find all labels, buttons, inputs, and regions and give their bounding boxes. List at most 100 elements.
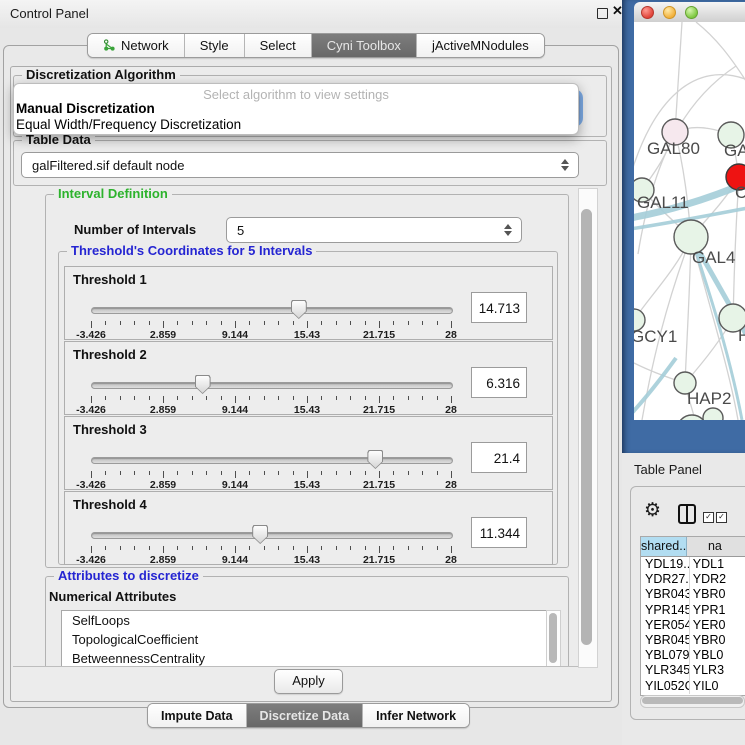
attributes-list-scrollbar[interactable]	[546, 610, 561, 667]
attribute-list-item[interactable]: BetweennessCentrality	[62, 649, 546, 667]
slider-track[interactable]	[91, 307, 453, 314]
axis-tick-label: 15.43	[294, 329, 320, 341]
tab-discretize-data[interactable]: Discretize Data	[247, 704, 364, 727]
minimize-traffic-light-icon[interactable]	[663, 6, 676, 19]
tab-label: Discretize Data	[260, 709, 350, 723]
threshold-value-field[interactable]: 14.713	[471, 292, 527, 323]
slider-track[interactable]	[91, 382, 453, 389]
tab-network[interactable]: Network	[88, 34, 185, 57]
table-row[interactable]: YER054CYER0	[641, 618, 745, 633]
slider-thumb[interactable]	[195, 375, 211, 394]
table-cell: YER0	[690, 618, 745, 633]
numerical-attributes-list[interactable]: SelfLoopsTopologicalCoefficientBetweenne…	[61, 610, 547, 667]
table-row[interactable]: YLR345WYLR3	[641, 663, 745, 678]
tab-style[interactable]: Style	[185, 34, 245, 57]
threshold-label: Threshold 1	[73, 272, 147, 287]
slider-thumb[interactable]	[367, 450, 383, 469]
zoom-traffic-light-icon[interactable]	[685, 6, 698, 19]
tab-label: Style	[200, 38, 229, 53]
table-column-header[interactable]: shared...	[641, 537, 687, 556]
tab-label: Network	[121, 38, 169, 53]
network-edge[interactable]	[675, 22, 682, 132]
node-label: H	[738, 326, 745, 345]
number-of-intervals-combobox[interactable]: 5	[226, 217, 522, 243]
table-data-group: Table Data galFiltered.sif default node	[13, 140, 607, 186]
discretization-algorithm-group-title: Discretization Algorithm	[22, 67, 180, 82]
interval-definition-group: Interval Definition Number of Intervals …	[45, 194, 569, 568]
table-cell: YIL052C	[641, 679, 690, 694]
combobox-stepper-icon	[561, 159, 569, 171]
network-edge[interactable]	[685, 237, 691, 383]
node-table[interactable]: shared...na YDL19...YDL1YDR27...YDR2YBR0…	[640, 536, 745, 696]
threshold-label: Threshold 2	[73, 347, 147, 362]
table-row[interactable]: YPR145WYPR1	[641, 603, 745, 618]
network-window-titlebar[interactable]	[634, 2, 745, 23]
control-panel-title: Control Panel	[10, 6, 89, 21]
axis-tick-label: 28	[445, 329, 457, 341]
control-panel-tabs: Network Style Select Cyni ToolboxjActiveMNo…	[87, 33, 545, 58]
table-cell: YIL0	[690, 679, 745, 694]
settings-vertical-scrollbar[interactable]	[578, 188, 598, 668]
threshold-coordinates-group: Threshold's Coordinates for 5 Intervals …	[58, 251, 558, 565]
table-data-combobox[interactable]: galFiltered.sif default node	[21, 152, 579, 178]
tab-label: Infer Network	[376, 709, 456, 723]
axis-tick-label: 21.715	[363, 329, 395, 341]
table-row[interactable]: YBR043CYBR0	[641, 587, 745, 602]
dropdown-item-1[interactable]: Manual Discretization	[16, 101, 576, 117]
table-row[interactable]: YBR045CYBR0	[641, 633, 745, 648]
tab-infer-network[interactable]: Infer Network	[363, 704, 469, 727]
slider-thumb[interactable]	[252, 525, 268, 544]
table-row[interactable]: YDR27...YDR2	[641, 572, 745, 587]
checkbox-icon: ✓	[703, 512, 714, 523]
slider-thumb[interactable]	[291, 300, 307, 319]
tab-jactivemnodules[interactable]: jActiveMNodules	[417, 34, 544, 57]
axis-tick-label: 28	[445, 404, 457, 416]
settings-scroll-viewport: Interval Definition Number of Intervals …	[13, 188, 578, 667]
apply-button[interactable]: Apply	[274, 669, 343, 694]
axis-tick-label: 9.144	[222, 329, 248, 341]
node-label: GA	[724, 141, 745, 160]
attribute-list-item[interactable]: SelfLoops	[62, 611, 546, 630]
attribute-list-item[interactable]: TopologicalCoefficient	[62, 630, 546, 649]
tab-impute-data[interactable]: Impute Data	[148, 704, 247, 727]
table-cell: YPR1	[690, 603, 745, 618]
number-of-intervals-label: Number of Intervals	[74, 222, 196, 237]
app-window: Control Panel ✕ NetworkStyleSelectCyni T…	[0, 0, 745, 745]
table-row[interactable]: YDL19...YDL1	[641, 557, 745, 572]
number-of-intervals-value: 5	[237, 223, 244, 238]
table-cell: YER054C	[641, 618, 690, 633]
column-visibility-icons[interactable]: ✓✓	[703, 506, 729, 524]
threshold-value-field[interactable]: 21.4	[471, 442, 527, 473]
axis-tick-label: -3.426	[76, 329, 106, 341]
close-traffic-light-icon[interactable]	[641, 6, 654, 19]
node-label: HAP2	[687, 389, 731, 408]
network-canvas[interactable]: GAL80GACGAL11GAL4GCY1HHAP2	[634, 22, 745, 420]
interval-definition-group-title: Interval Definition	[54, 188, 172, 201]
threshold-value-field[interactable]: 6.316	[471, 367, 527, 398]
table-cell: YPR145W	[641, 603, 690, 618]
threshold-label: Threshold 3	[73, 422, 147, 437]
dropdown-item-2[interactable]: Equal Width/Frequency Discretization	[16, 117, 576, 133]
table-horizontal-scrollbar[interactable]	[640, 695, 745, 708]
slider-track[interactable]	[91, 532, 453, 539]
tab-cyni-toolbox[interactable]: Cyni Toolbox	[312, 34, 417, 57]
axis-tick-label: 21.715	[363, 479, 395, 491]
network-view-window: GAL80GACGAL11GAL4GCY1HHAP2	[634, 2, 745, 420]
threshold-value-field[interactable]: 11.344	[471, 517, 527, 548]
threshold-coordinates-group-title: Threshold's Coordinates for 5 Intervals	[67, 243, 316, 258]
table-cell: YBR0	[690, 587, 745, 602]
table-column-header[interactable]: na	[687, 537, 745, 556]
table-row[interactable]: YIL052CYIL0	[641, 679, 745, 694]
tab-select[interactable]: Select	[245, 34, 312, 57]
slider-track[interactable]	[91, 457, 453, 464]
table-cell: YBL079W	[641, 648, 690, 663]
axis-tick-label: 2.859	[150, 329, 176, 341]
network-node[interactable]	[703, 408, 723, 420]
threshold-row-1: Threshold 1 -3.426 2.859 9.144 15.43 21.715 28…	[64, 266, 553, 340]
split-columns-icon[interactable]	[678, 504, 696, 524]
tab-label: Select	[260, 38, 296, 53]
checkbox-icon: ✓	[716, 512, 727, 523]
float-window-icon[interactable]	[597, 8, 608, 19]
table-row[interactable]: YBL079WYBL0	[641, 648, 745, 663]
gear-icon[interactable]: ⚙	[644, 501, 661, 520]
